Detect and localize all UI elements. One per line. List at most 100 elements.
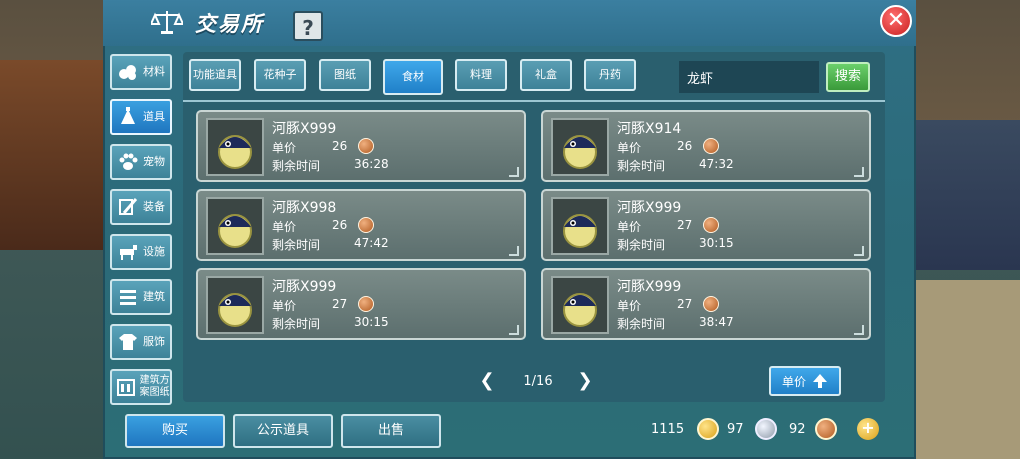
bronze-coin-icon [358, 217, 374, 233]
time-label: 剩余时间 [617, 317, 666, 331]
time-row: 剩余时间 47:42 [272, 236, 389, 253]
listing-card[interactable]: 河豚X914 单价 26 剩余时间 47:32 [541, 110, 871, 182]
pufferfish-icon [551, 197, 609, 255]
time-label: 剩余时间 [617, 238, 666, 252]
price-label: 单价 [617, 141, 642, 155]
sidebar-item-pets[interactable]: 宠物 [110, 144, 172, 180]
time-value: 38:47 [699, 315, 734, 329]
price-row: 单价 26 [272, 138, 374, 156]
time-label: 剩余时间 [272, 238, 321, 252]
pufferfish-icon [206, 276, 264, 334]
price-value: 27 [677, 218, 693, 232]
help-button[interactable]: ? [293, 11, 323, 41]
price-label: 单价 [272, 220, 297, 234]
clothing-icon [117, 331, 139, 353]
sidebar-item-facilities[interactable]: 设施 [110, 234, 172, 270]
listing-card[interactable]: 河豚X999 单价 27 剩余时间 38:47 [541, 268, 871, 340]
subcategory-tabs: 功能道具 花种子 图纸 食材 料理 礼盒 丹药 搜索 [183, 52, 885, 100]
price-value: 26 [332, 139, 348, 153]
sidebar-item-tools[interactable]: 道具 [110, 99, 172, 135]
gold-coin-icon [697, 418, 719, 440]
sidebar-item-label: 道具 [143, 110, 165, 123]
divider [183, 100, 885, 102]
item-name: 河豚X999 [617, 279, 682, 295]
time-value: 36:28 [354, 157, 389, 171]
tab-flower-seeds[interactable]: 花种子 [254, 59, 306, 91]
tab-functional-items[interactable]: 功能道具 [189, 59, 241, 91]
next-page-button[interactable]: ❯ [575, 370, 595, 394]
tab-cooking[interactable]: 料理 [455, 59, 507, 91]
price-label: 单价 [617, 299, 642, 313]
tab-ingredients[interactable]: 食材 [383, 59, 443, 95]
price-label: 单价 [617, 220, 642, 234]
price-row: 单价 26 [617, 138, 719, 156]
background-house-right [912, 120, 1020, 270]
sidebar-item-clothing[interactable]: 服饰 [110, 324, 172, 360]
tab-pills[interactable]: 丹药 [584, 59, 636, 91]
building-icon [117, 286, 139, 308]
background-house-left [0, 60, 110, 250]
time-value: 30:15 [354, 315, 389, 329]
sidebar-item-blueprints[interactable]: 建筑方案图纸 [110, 369, 172, 405]
time-row: 剩余时间 38:47 [617, 315, 734, 332]
sidebar-item-equipment[interactable]: 装备 [110, 189, 172, 225]
blueprint-icon [117, 376, 136, 398]
time-value: 47:32 [699, 157, 734, 171]
sort-label: 单价 [781, 374, 806, 389]
item-name: 河豚X914 [617, 121, 682, 137]
tab-blueprints[interactable]: 图纸 [319, 59, 371, 91]
buy-button[interactable]: 购买 [125, 414, 225, 448]
price-value: 27 [677, 297, 693, 311]
item-name: 河豚X999 [272, 279, 337, 295]
time-label: 剩余时间 [272, 159, 321, 173]
tab-gift-boxes[interactable]: 礼盒 [520, 59, 572, 91]
item-name: 河豚X998 [272, 200, 337, 216]
time-row: 剩余时间 30:15 [617, 236, 734, 253]
listing-card[interactable]: 河豚X999 单价 27 剩余时间 30:15 [196, 268, 526, 340]
facility-icon [117, 241, 139, 263]
pagination: ❮ 1/16 ❯ [477, 370, 601, 394]
sidebar-item-buildings[interactable]: 建筑 [110, 279, 172, 315]
corner-mark [854, 167, 864, 177]
sidebar-item-label: 设施 [143, 245, 165, 258]
prev-page-button[interactable]: ❮ [477, 370, 497, 394]
price-row: 单价 27 [617, 296, 719, 314]
time-row: 剩余时间 47:32 [617, 157, 734, 174]
bronze-amount: 92 [789, 422, 806, 437]
close-button[interactable]: ✕ [880, 5, 912, 37]
tool-icon [117, 106, 139, 128]
pufferfish-icon [551, 118, 609, 176]
price-value: 26 [332, 218, 348, 232]
price-label: 单价 [272, 299, 297, 313]
listing-card[interactable]: 河豚X998 单价 26 剩余时间 47:42 [196, 189, 526, 261]
bottom-bar: 购买 公示道具 出售 1115 97 92 + [103, 404, 916, 459]
time-row: 剩余时间 36:28 [272, 157, 389, 174]
search-button[interactable]: 搜索 [826, 62, 870, 92]
search-input[interactable] [679, 61, 819, 93]
sidebar-item-label: 建筑方案图纸 [139, 375, 170, 398]
listing-card[interactable]: 河豚X999 单价 26 剩余时间 36:28 [196, 110, 526, 182]
title-bar: 交易所 ? ✕ [103, 0, 916, 46]
public-items-button[interactable]: 公示道具 [233, 414, 333, 448]
scale-icon [151, 11, 183, 34]
bronze-coin-icon [358, 138, 374, 154]
bronze-coin-icon [815, 418, 837, 440]
equipment-icon [117, 196, 139, 218]
sort-by-price-button[interactable]: 单价 [769, 366, 841, 396]
sell-button[interactable]: 出售 [341, 414, 441, 448]
price-value: 27 [332, 297, 348, 311]
sidebar-item-label: 建筑 [143, 290, 165, 303]
corner-mark [509, 167, 519, 177]
item-name: 河豚X999 [617, 200, 682, 216]
pufferfish-icon [206, 197, 264, 255]
bronze-coin-icon [703, 217, 719, 233]
sidebar-item-materials[interactable]: 材料 [110, 54, 172, 90]
background-sand [912, 280, 1020, 459]
sidebar-item-label: 服饰 [143, 335, 165, 348]
listing-card[interactable]: 河豚X999 单价 27 剩余时间 30:15 [541, 189, 871, 261]
corner-mark [509, 246, 519, 256]
listing-area: 功能道具 花种子 图纸 食材 料理 礼盒 丹药 搜索 河豚X999 单价 26 剩… [183, 52, 885, 402]
paw-icon [117, 151, 139, 173]
add-currency-button[interactable]: + [857, 418, 879, 440]
sidebar-item-label: 宠物 [143, 155, 165, 168]
